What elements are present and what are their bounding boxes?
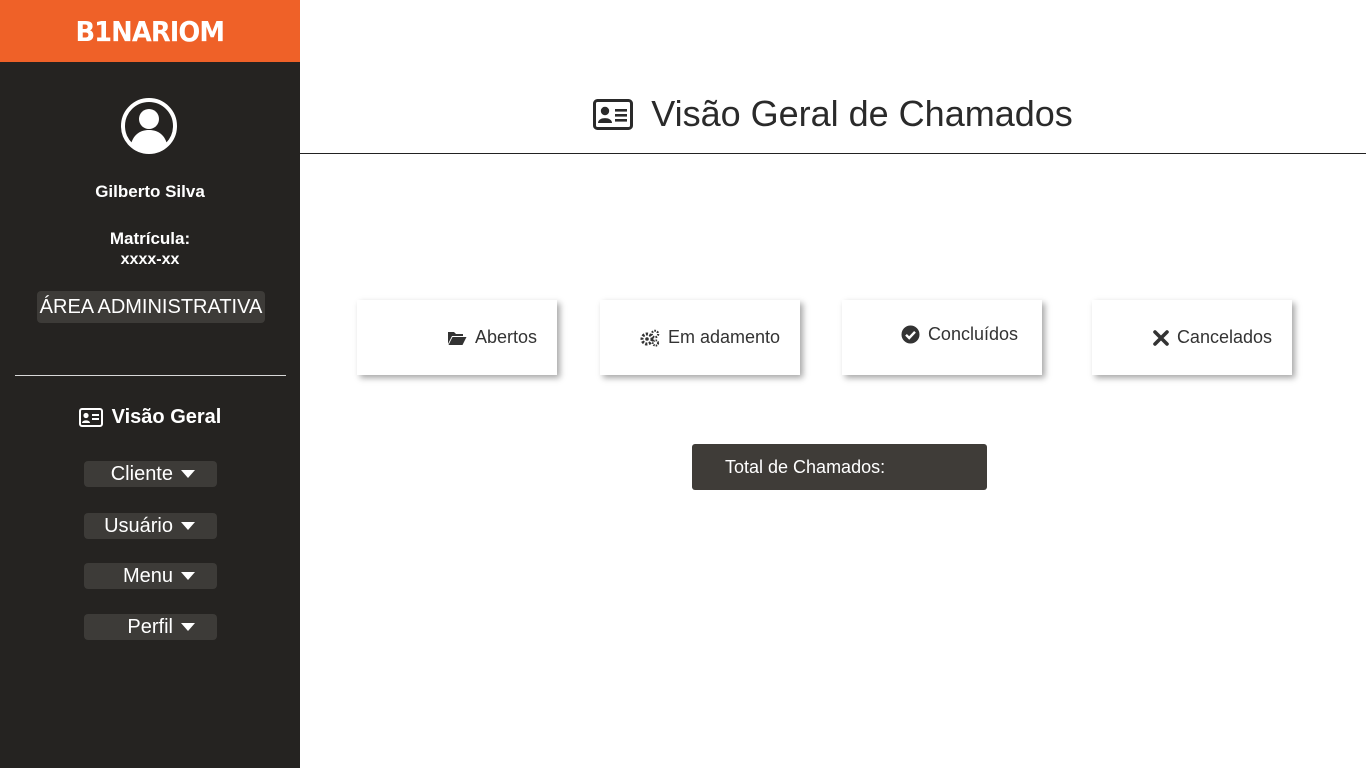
card-cancelados[interactable]: Cancelados <box>1092 300 1292 375</box>
dropdown-label: Perfil <box>127 615 173 638</box>
dropdown-menu[interactable]: Menu <box>84 563 217 589</box>
card-label: Cancelados <box>1176 327 1272 347</box>
total-chamados-label: Total de Chamados: <box>725 456 886 477</box>
id-card-icon <box>78 407 103 427</box>
dropdown-perfil[interactable]: Perfil <box>84 614 217 640</box>
sidebar-item-overview-label: Visão Geral <box>111 405 222 428</box>
logo[interactable]: B1NARIOM <box>76 15 226 48</box>
check-circle-icon <box>901 325 920 344</box>
dropdown-usuario[interactable]: Usuário <box>84 513 217 539</box>
page-title: Visão Geral de Chamados <box>651 93 1073 134</box>
user-avatar-icon[interactable] <box>120 97 178 155</box>
dropdown-label: Cliente <box>110 462 173 485</box>
sidebar-divider <box>15 375 286 376</box>
matricula-label: Matrícula: <box>109 229 191 248</box>
user-name: Gilberto Silva <box>95 182 205 201</box>
gears-icon <box>640 329 660 347</box>
caret-down-icon <box>181 572 195 580</box>
caret-down-icon <box>181 522 195 530</box>
card-label: Em adamento <box>667 327 780 347</box>
caret-down-icon <box>181 470 195 478</box>
close-icon <box>1153 329 1169 346</box>
dropdown-label: Usuário <box>104 514 173 537</box>
total-chamados: Total de Chamados: <box>692 444 987 490</box>
logo-bar: B1NARIOM <box>0 0 300 62</box>
sidebar-item-overview[interactable]: Visão Geral <box>0 403 300 431</box>
card-concluidos[interactable]: Concluídos <box>842 300 1042 375</box>
folder-open-icon <box>447 330 467 346</box>
dropdown-cliente[interactable]: Cliente <box>84 461 217 487</box>
admin-area-button[interactable]: ÁREA ADMINISTRATIVA <box>37 291 265 323</box>
dropdown-label: Menu <box>122 564 173 587</box>
page-title-wrap: Visão Geral de Chamados <box>300 90 1366 138</box>
sidebar: B1NARIOM Gilberto Silva Matrícula: xxxx-… <box>0 0 300 768</box>
card-label: Concluídos <box>927 324 1018 344</box>
card-label: Abertos <box>474 327 537 347</box>
matricula-value: xxxx-xx <box>120 251 180 268</box>
admin-area-label: ÁREA ADMINISTRATIVA <box>39 295 263 318</box>
caret-down-icon <box>181 623 195 631</box>
card-abertos[interactable]: Abertos <box>357 300 557 375</box>
id-card-icon <box>593 98 634 130</box>
page-header: Visão Geral de Chamados <box>300 0 1366 154</box>
card-em-andamento[interactable]: Em adamento <box>600 300 800 375</box>
